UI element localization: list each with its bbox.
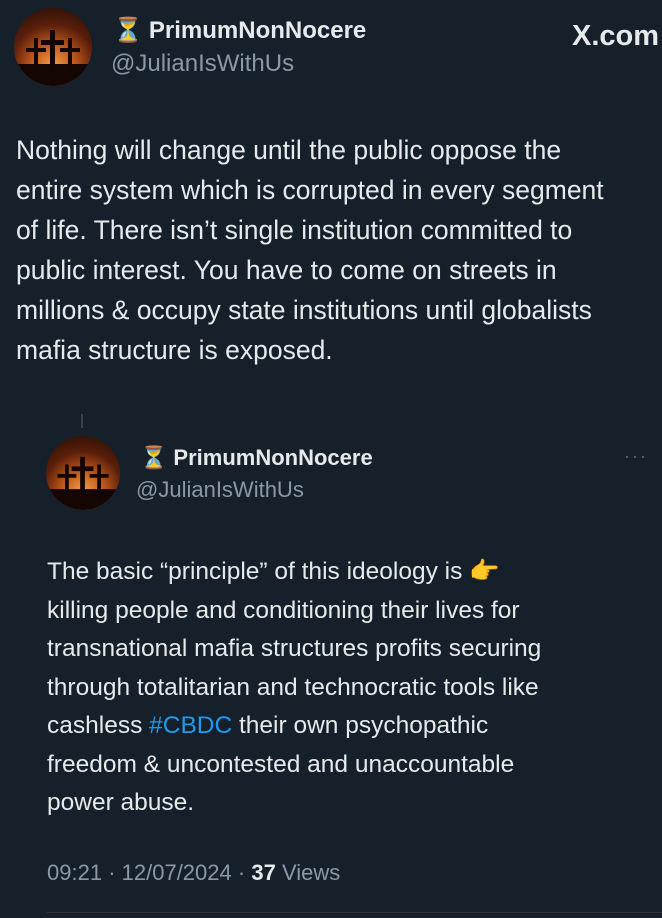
x-brand-logo: X.com bbox=[572, 20, 660, 52]
quoted-text-line: killing people and conditioning their li… bbox=[47, 596, 520, 624]
views-label: Views bbox=[281, 860, 341, 885]
quoted-text-segment: their own psychopathic bbox=[232, 712, 489, 739]
hashtag-link[interactable]: #CBDC bbox=[149, 712, 232, 739]
views-count: 37 bbox=[251, 860, 276, 885]
quoted-text-line: power abuse. bbox=[47, 789, 195, 816]
tweet-text-line: of life. There isn’t single institution … bbox=[16, 215, 573, 245]
tweet-text-line: entire system which is corrupted in ever… bbox=[16, 175, 604, 205]
tweet-text-line: public interest. You have to come on str… bbox=[16, 255, 557, 285]
quoted-text-line-with-hashtag: cashless #CBDC their own psychopathic bbox=[47, 707, 541, 746]
meta-separator: · bbox=[237, 860, 246, 885]
crosses-icon bbox=[14, 30, 92, 86]
quoted-tweet-text: The basic “principle” of this ideology i… bbox=[47, 553, 541, 823]
tweet-meta: 09:21 · 12/07/2024 · 37 Views bbox=[47, 860, 340, 886]
tweet-text-line: millions & occupy state institutions unt… bbox=[16, 295, 592, 325]
quoted-user-handle[interactable]: @JulianIsWithUs bbox=[136, 477, 304, 503]
quoted-text-segment: cashless bbox=[47, 712, 150, 739]
more-options-icon[interactable]: ··· bbox=[624, 446, 648, 467]
quoted-text-line: The basic “principle” of this ideology i… bbox=[47, 558, 500, 585]
hourglass-icon: ⏳ bbox=[113, 17, 143, 44]
avatar[interactable] bbox=[14, 8, 92, 86]
bottom-divider bbox=[47, 912, 662, 913]
tweet-time[interactable]: 09:21 bbox=[47, 860, 102, 885]
tweet-text: Nothing will change until the public opp… bbox=[16, 130, 604, 370]
hourglass-icon: ⏳ bbox=[140, 445, 168, 470]
quoted-text-line: through totalitarian and technocratic to… bbox=[47, 673, 539, 701]
quoted-text-line: transnational mafia structures profits s… bbox=[47, 635, 542, 662]
tweet-date[interactable]: 12/07/2024 bbox=[122, 860, 232, 885]
tweet-text-line: mafia structure is exposed. bbox=[16, 335, 333, 365]
quoted-author-name-row[interactable]: ⏳ PrimumNonNocere bbox=[140, 445, 373, 471]
meta-separator: · bbox=[108, 860, 116, 885]
author-name-row[interactable]: ⏳ PrimumNonNocere bbox=[113, 16, 366, 45]
display-name[interactable]: PrimumNonNocere bbox=[149, 17, 366, 45]
tweet-text-line: Nothing will change until the public opp… bbox=[16, 135, 562, 165]
quoted-display-name[interactable]: PrimumNonNocere bbox=[173, 445, 372, 471]
thread-connector bbox=[81, 414, 83, 428]
user-handle[interactable]: @JulianIsWithUs bbox=[111, 50, 294, 78]
crosses-icon bbox=[46, 456, 120, 510]
quoted-avatar[interactable] bbox=[46, 436, 120, 510]
quoted-text-line: freedom & uncontested and unaccountable bbox=[47, 750, 515, 778]
